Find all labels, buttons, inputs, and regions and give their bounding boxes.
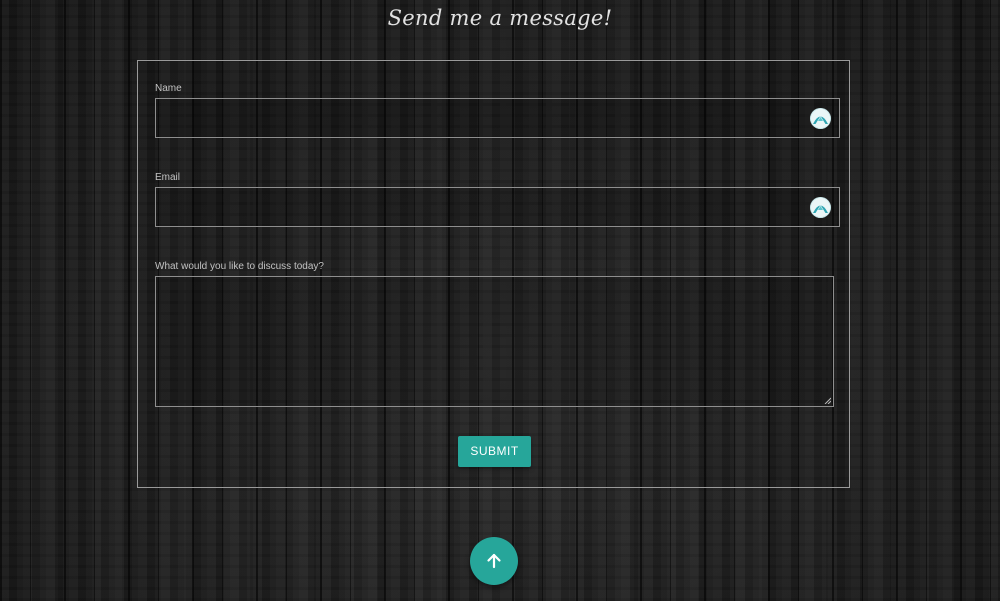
email-input[interactable]	[155, 187, 840, 227]
message-label: What would you like to discuss today?	[155, 261, 324, 272]
arrow-up-icon	[487, 553, 501, 569]
name-input[interactable]	[155, 98, 840, 138]
submit-button[interactable]: SUBMIT	[458, 436, 531, 467]
email-label: Email	[155, 172, 181, 183]
name-label: Name	[155, 83, 182, 94]
message-textarea[interactable]	[155, 276, 834, 407]
contact-form: Name Email What would you like to discus…	[137, 60, 850, 488]
autofill-mountain-icon[interactable]	[810, 197, 831, 218]
scroll-to-top-button[interactable]	[470, 537, 518, 585]
page-title: Send me a message!	[387, 6, 613, 30]
autofill-mountain-icon[interactable]	[810, 108, 831, 129]
resize-handle-icon[interactable]	[824, 397, 831, 404]
